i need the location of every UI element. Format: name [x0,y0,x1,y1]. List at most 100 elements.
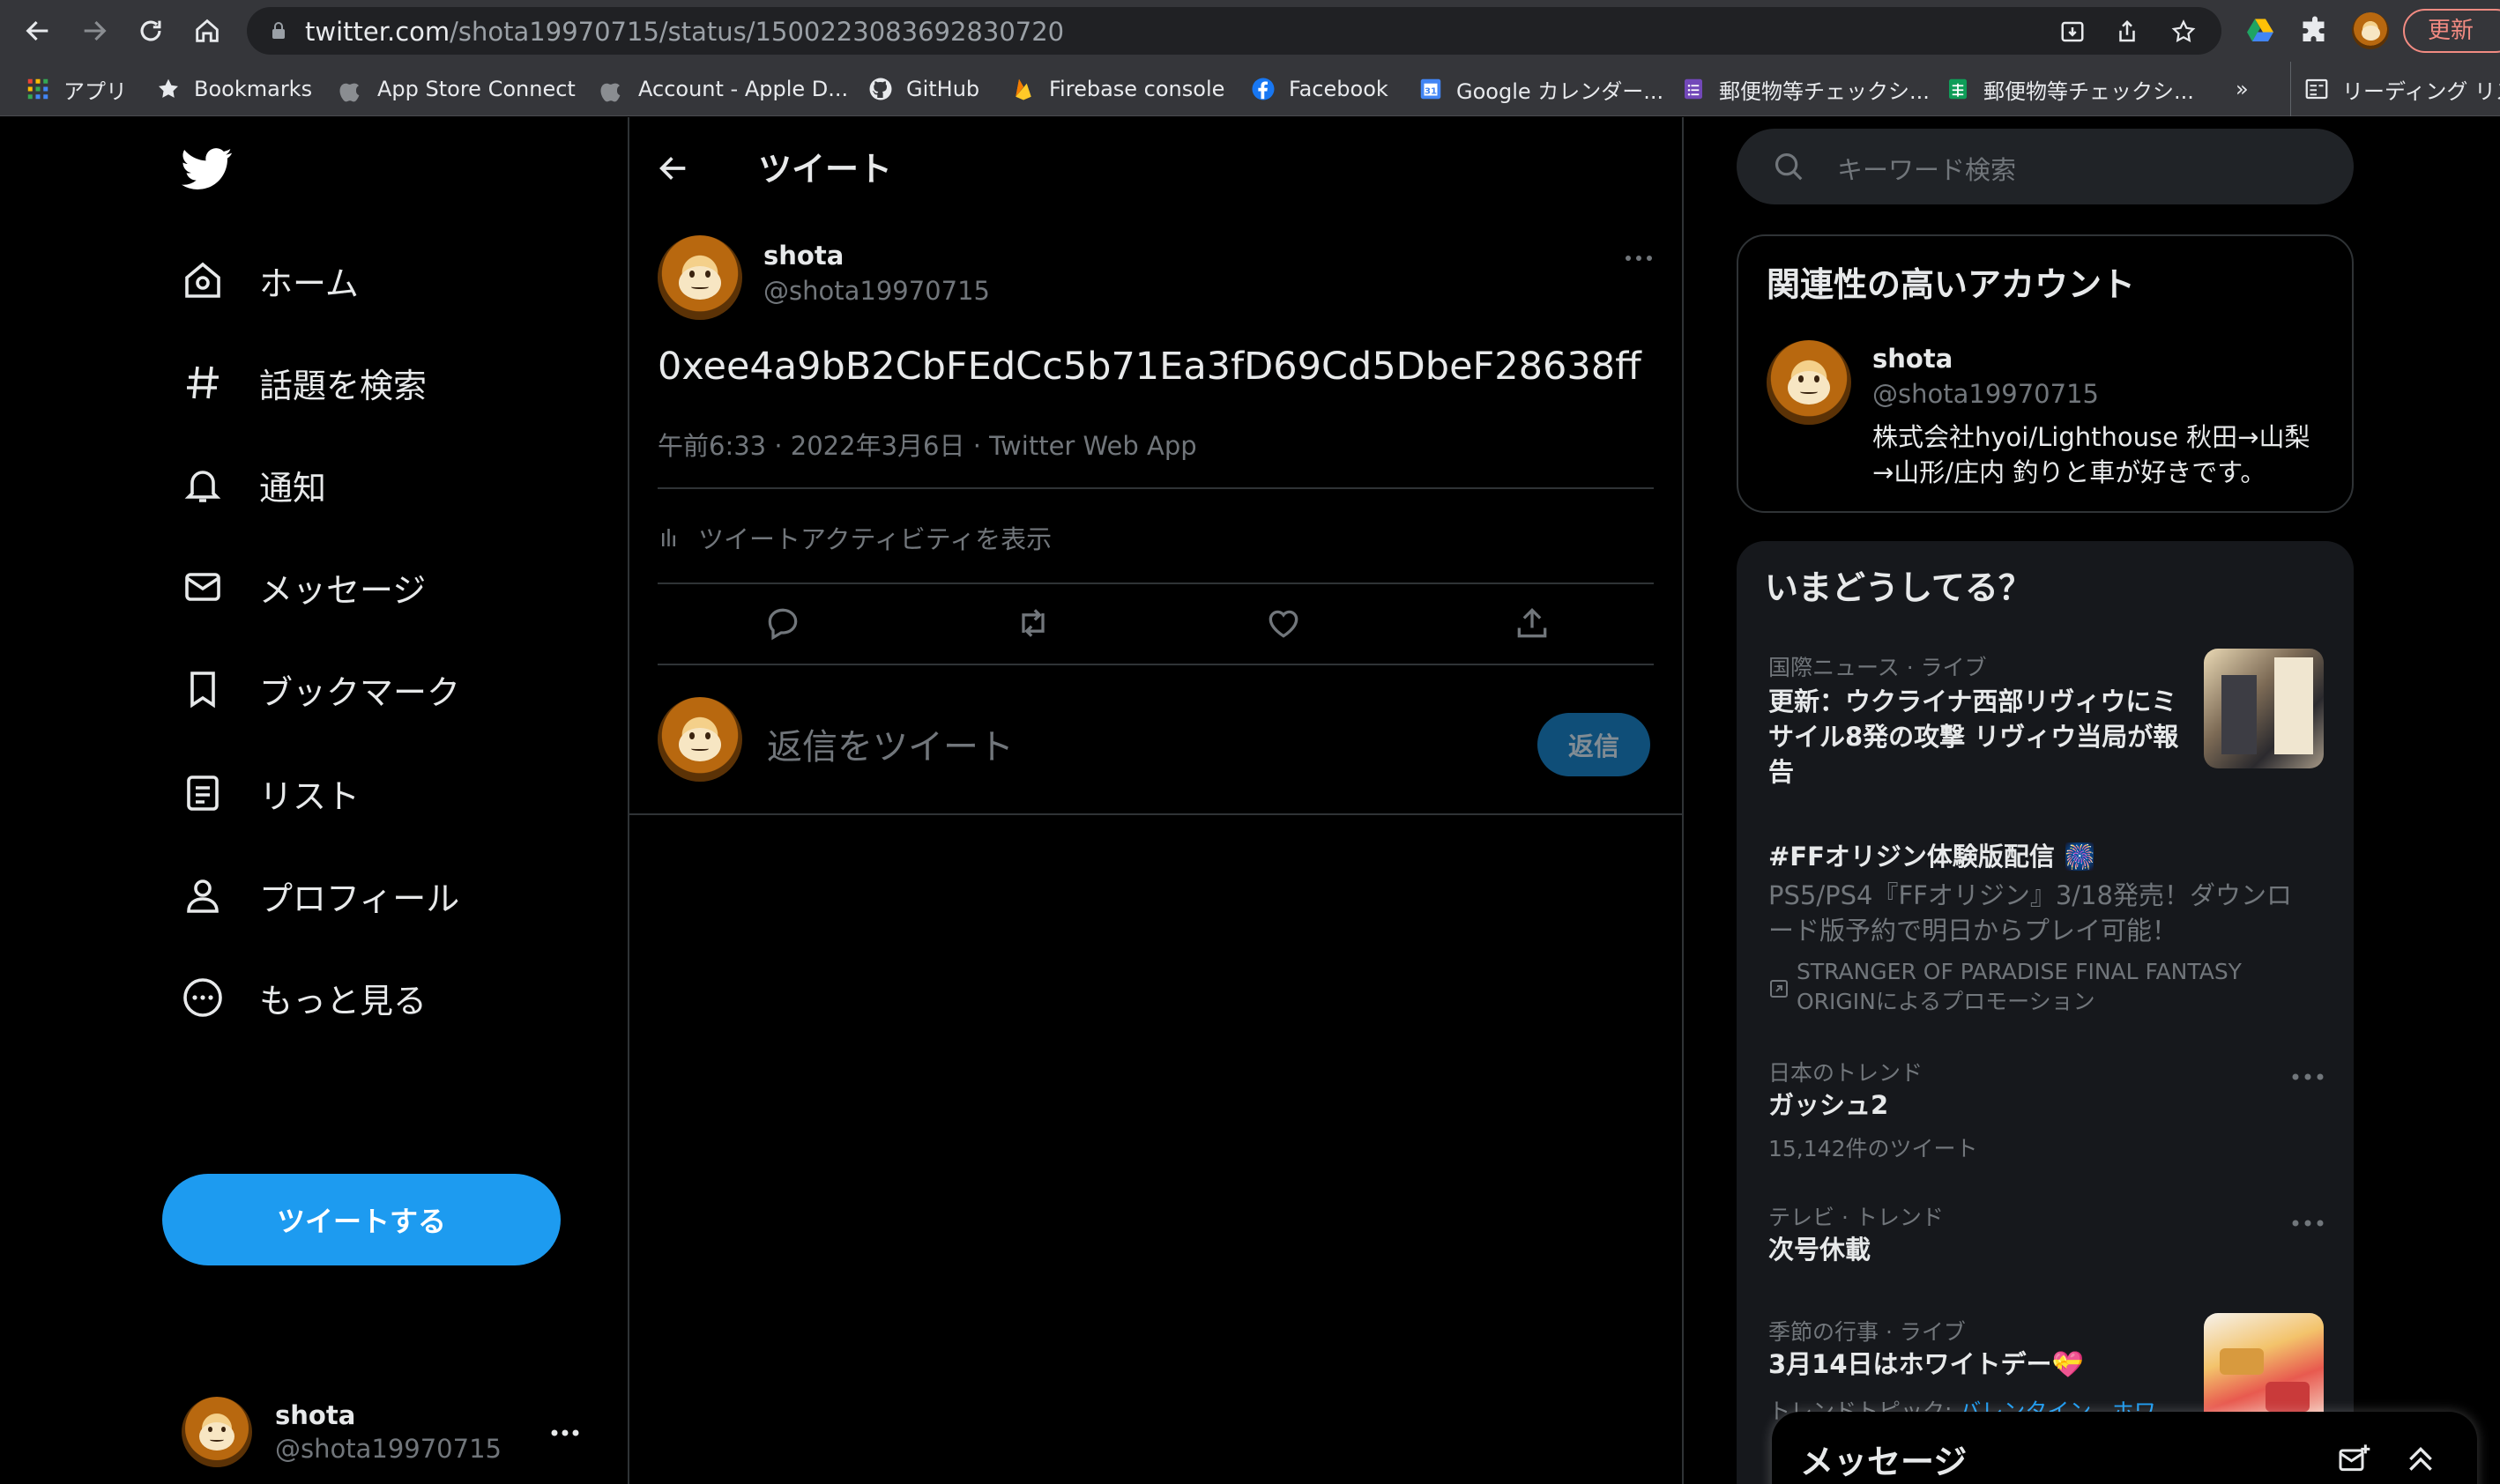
related-avatar[interactable] [1767,340,1851,425]
trend-count: 15,142件のツイート [1768,1136,1978,1161]
reading-list-icon [2303,76,2330,102]
form-icon [1680,76,1707,102]
tweet-author-avatar[interactable] [658,235,742,320]
bookmark-app-store-connect[interactable]: App Store Connect [339,62,576,116]
divider [658,487,1654,489]
install-icon[interactable] [2059,19,2086,45]
reply-button[interactable]: 返信 [1537,713,1650,776]
share-icon[interactable] [1513,604,1551,642]
search-input[interactable]: キーワード検索 [1737,129,2354,204]
avatar [182,1397,252,1467]
bookmark-label: Firebase console [1049,77,1225,101]
chevron-double-up-icon[interactable] [2403,1442,2438,1477]
reply-input[interactable]: 返信をツイート [767,718,1014,769]
new-message-icon[interactable] [2336,1442,2371,1477]
sheet-icon [1945,76,1971,102]
bookmark-star-icon[interactable] [2170,19,2197,45]
calendar-icon: 31 [1417,76,1444,102]
forward-button[interactable] [74,11,115,51]
update-button[interactable]: 更新 [2403,9,2500,53]
bookmark-postal-form[interactable]: 郵便物等チェックシ... [1680,62,1930,116]
account-switcher[interactable]: shota @shota19970715 [182,1397,596,1471]
tweet-author-handle[interactable]: @shota19970715 [763,276,990,306]
bookmark-label: Account - Apple D... [638,77,849,101]
bookmark-postal-sheet[interactable]: 郵便物等チェックシ... [1945,62,2194,116]
lock-icon [272,22,285,39]
home-button[interactable] [187,11,227,51]
related-bio: 株式会社hyoi/Lighthouse 秋田→山梨→山形/庄内 釣りと車が好きで… [1872,422,2310,487]
trend-title: 更新：ウクライナ西部リヴィウにミサイル8発の攻撃 リヴィウ当局が報告 [1768,686,2179,787]
bookmark-apps[interactable]: アプリ [25,62,127,116]
trend-more-icon[interactable] [2290,1072,2325,1082]
tweet-button[interactable]: ツイートする [162,1174,561,1265]
bookmarks-bar: アプリ Bookmarks App Store Connect Account … [0,62,2500,116]
back-button[interactable] [18,11,58,51]
nav-bookmarks[interactable]: ブックマーク [182,658,460,720]
trends-title: いまどうしてる？ [1765,568,2032,607]
drive-icon[interactable] [2244,15,2276,47]
nav-label: 話題を検索 [259,366,428,405]
house-icon [196,19,219,42]
nav-label: ブックマーク [259,672,461,712]
nav-messages[interactable]: メッセージ [182,556,426,618]
home-icon [185,262,220,298]
bookmark-bookmarks[interactable]: Bookmarks [155,62,312,116]
bell-icon [184,471,221,502]
divider [658,582,1654,584]
main-column: ツイート shota @shota19970715 0xee4a9bB2CbFE… [628,117,1684,1484]
reply-avatar [658,697,742,782]
twitter-bird-icon[interactable] [182,147,233,191]
puzzle-icon[interactable] [2299,15,2331,47]
nav-home[interactable]: ホーム [182,249,359,311]
nav-more[interactable]: もっと見る [182,967,427,1028]
address-bar[interactable]: twitter.com/shota19970715/status/1500223… [247,7,2221,55]
reading-list-label: リーディング リスト [2342,78,2500,104]
trend-category: 日本のトレンド [1768,1060,1923,1086]
account-handle: @shota19970715 [275,1434,502,1464]
related-handle[interactable]: @shota19970715 [1872,379,2099,409]
star-icon [155,76,182,102]
search-icon [1775,152,1803,181]
tweet-timestamp[interactable]: 午前6:33 · 2022年3月6日 · Twitter Web App [658,426,1197,463]
bookmarks-overflow-button[interactable]: » [2236,62,2249,116]
reading-list-button[interactable]: リーディング リスト [2290,62,2500,116]
profile-avatar-icon[interactable] [2352,12,2389,49]
bookmark-facebook[interactable]: Facebook [1250,62,1388,116]
tweet-activity-link[interactable]: ツイートアクティビティを表示 [658,519,1052,556]
nav-explore[interactable]: 話題を検索 [182,352,427,413]
back-arrow-icon[interactable] [656,151,691,186]
trend-more-icon[interactable] [2290,1218,2325,1228]
retweet-icon[interactable] [1014,604,1053,642]
bookmark-label: 郵便物等チェックシ... [1719,78,1930,104]
url-host: twitter.com [305,17,450,47]
left-sidebar: ホーム 話題を検索 通知 メッセージ ブックマーク リスト プロフィール もっと… [0,117,628,1484]
tweet-more-icon[interactable] [1624,254,1654,263]
divider [629,813,1682,815]
tweet-author-name[interactable]: shota [763,241,844,271]
more-dots-icon [551,1429,579,1436]
bookmark-label: App Store Connect [377,77,576,101]
firebase-icon [1010,76,1037,102]
bookmark-icon [190,672,215,709]
nav-notifications[interactable]: 通知 [182,454,326,516]
page-title: ツイート [758,150,893,189]
hashtag-icon [187,366,219,399]
messages-drawer[interactable]: メッセージ [1772,1412,2477,1484]
bookmark-firebase[interactable]: Firebase console [1010,62,1224,116]
nav-profile[interactable]: プロフィール [182,864,459,926]
like-icon[interactable] [1264,604,1303,642]
share-icon[interactable] [2114,19,2140,45]
reload-button[interactable] [130,11,171,51]
reply-icon[interactable] [763,604,802,642]
bookmark-apple-developer[interactable]: Account - Apple D... [599,62,848,116]
trend-title: 3月14日はホワイトデー💝 [1768,1349,2084,1379]
search-placeholder: キーワード検索 [1837,155,2017,185]
trend-category: 国際ニュース · ライブ [1768,655,1987,680]
nav-lists[interactable]: リスト [182,762,360,824]
url-path: /shota19970715/status/150022308369283072… [450,17,1065,47]
nav-label: もっと見る [259,981,428,1020]
arrow-right-icon [84,20,107,41]
bookmark-github[interactable]: GitHub [867,62,979,116]
related-name[interactable]: shota [1872,344,1953,374]
bookmark-google-calendar[interactable]: 31 Google カレンダー... [1417,62,1663,116]
